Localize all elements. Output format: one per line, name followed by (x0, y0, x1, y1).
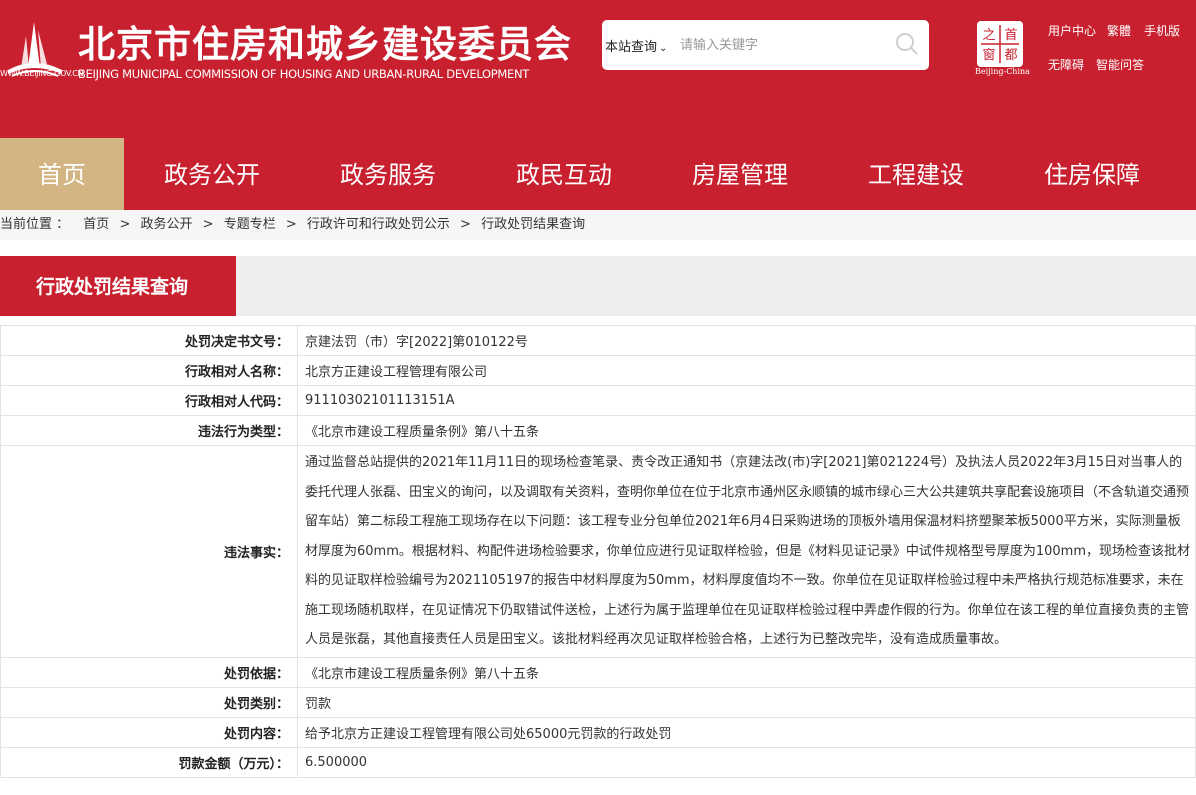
field-value: 罚款 (297, 686, 1196, 718)
breadcrumb-item[interactable]: 专题专栏 (224, 210, 276, 240)
accessibility-link[interactable]: 无障碍 (1048, 56, 1084, 73)
nav-item-home[interactable]: 首页 (0, 138, 124, 210)
field-label: 行政相对人名称： (0, 355, 298, 386)
main-nav: 首页 政务公开 政务服务 政民互动 房屋管理 工程建设 住房保障 (0, 138, 1196, 210)
table-row: 违法行为类型： 《北京市建设工程质量条例》第八十五条 (0, 415, 1196, 446)
table-row: 行政相对人名称： 北京方正建设工程管理有限公司 (0, 355, 1196, 386)
field-label: 行政相对人代码： (0, 385, 298, 416)
field-value: 给予北京方正建设工程管理有限公司处65000元罚款的行政处罚 (297, 716, 1196, 748)
field-value: 91110302101113151A (297, 385, 1196, 416)
field-value: 通过监督总站提供的2021年11月11日的现场检查笔录、责令改正通知书（京建法改… (297, 445, 1196, 658)
breadcrumb-item[interactable]: 行政处罚结果查询 (481, 210, 585, 240)
breadcrumb-separator: > (202, 217, 214, 232)
field-value: 《北京市建设工程质量条例》第八十五条 (297, 656, 1196, 688)
breadcrumb-separator: > (285, 217, 297, 232)
table-row: 处罚决定书文号： 京建法罚（市）字[2022]第010122号 (0, 325, 1196, 356)
nav-item-housing-security[interactable]: 住房保障 (1004, 138, 1180, 210)
site-header: WWW.BEIJING.GOV.CN 北京市住房和城乡建设委员会 BEIJING… (0, 0, 1196, 138)
capital-logo-char: 首 (1004, 28, 1017, 43)
breadcrumb: 当前位置 ： 首页 > 政务公开 > 专题专栏 > 行政许可和行政处罚公示 > … (0, 210, 1196, 240)
field-value: 《北京市建设工程质量条例》第八十五条 (297, 415, 1196, 446)
search-box: 本站查询 ⌄ (602, 20, 929, 70)
section-bar: 行政处罚结果查询 (0, 256, 1196, 316)
field-label: 处罚类别： (0, 686, 298, 718)
breadcrumb-item[interactable]: 行政许可和行政处罚公示 (307, 210, 450, 240)
table-row: 处罚内容： 给予北京方正建设工程管理有限公司处65000元罚款的行政处罚 (0, 716, 1196, 748)
field-value: 北京方正建设工程管理有限公司 (297, 355, 1196, 386)
capital-logo-char: 都 (1004, 48, 1017, 63)
field-label: 处罚依据： (0, 656, 298, 688)
breadcrumb-item[interactable]: 首页 (83, 210, 109, 240)
field-label: 违法行为类型： (0, 415, 298, 446)
mobile-version-link[interactable]: 手机版 (1144, 22, 1180, 39)
site-subtitle: BEIJING MUNICIPAL COMMISSION OF HOUSING … (78, 67, 530, 81)
field-value: 京建法罚（市）字[2022]第010122号 (297, 325, 1196, 356)
breadcrumb-item[interactable]: 政务公开 (140, 210, 192, 240)
logo-url-text: WWW.BEIJING.GOV.CN (0, 69, 84, 78)
search-scope-label: 本站查询 (605, 40, 658, 55)
nav-item-public-interaction[interactable]: 政民互动 (476, 138, 652, 210)
field-label: 处罚决定书文号： (0, 325, 298, 356)
nav-item-government-affairs[interactable]: 政务公开 (124, 138, 300, 210)
table-row: 行政相对人代码： 91110302101113151A (0, 385, 1196, 416)
field-label: 处罚内容： (0, 716, 298, 748)
user-center-link[interactable]: 用户中心 (1048, 22, 1096, 39)
capital-logo-char: 窗 (982, 47, 995, 63)
capital-logo-char: 之 (982, 28, 995, 43)
site-title[interactable]: 北京市住房和城乡建设委员会 (78, 14, 572, 68)
breadcrumb-prefix: 当前位置 ： (0, 217, 70, 232)
breadcrumb-separator: > (119, 217, 131, 232)
field-value: 6.500000 (297, 746, 1196, 778)
table-row: 处罚依据： 《北京市建设工程质量条例》第八十五条 (0, 656, 1196, 688)
nav-item-construction[interactable]: 工程建设 (828, 138, 1004, 210)
field-label: 违法事实： (0, 445, 298, 658)
search-input[interactable] (680, 33, 885, 57)
table-row: 违法事实： 通过监督总站提供的2021年11月11日的现场检查笔录、责令改正通知… (0, 445, 1196, 658)
search-icon[interactable] (894, 31, 920, 57)
search-scope-select[interactable]: 本站查询 ⌄ (605, 36, 667, 55)
field-label: 罚款金额（万元）： (0, 746, 298, 778)
nav-item-government-services[interactable]: 政务服务 (300, 138, 476, 210)
capital-logo-caption: Beijing-China (975, 67, 1030, 76)
section-title-tab: 行政处罚结果查询 (0, 256, 236, 316)
smart-qa-link[interactable]: 智能问答 (1096, 56, 1144, 73)
breadcrumb-separator: > (460, 217, 471, 232)
table-row: 罚款金额（万元）： 6.500000 (0, 746, 1196, 778)
table-row: 处罚类别： 罚款 (0, 686, 1196, 718)
nav-item-housing-management[interactable]: 房屋管理 (652, 138, 828, 210)
chevron-down-icon: ⌄ (659, 43, 668, 54)
penalty-detail-table: 处罚决定书文号： 京建法罚（市）字[2022]第010122号 行政相对人名称：… (0, 325, 1196, 778)
traditional-chinese-link[interactable]: 繁體 (1107, 22, 1131, 39)
